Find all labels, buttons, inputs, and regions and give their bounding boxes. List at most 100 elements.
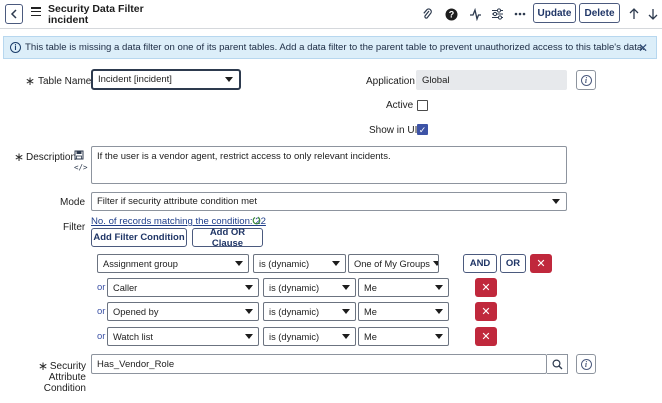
security-attribute-label-line1: Security	[49, 361, 86, 372]
activity-icon[interactable]	[468, 7, 482, 21]
active-checkbox[interactable]	[417, 100, 428, 111]
chevron-down-icon	[435, 309, 443, 314]
close-icon: ✕	[481, 306, 491, 318]
delete-button[interactable]: Delete	[579, 3, 620, 23]
form-header: Security Data Filter incident ? Update D…	[0, 0, 662, 29]
mode-select[interactable]: Filter if security attribute condition m…	[91, 192, 567, 211]
condition-value-select[interactable]: One of My Groups	[348, 254, 439, 273]
chevron-down-icon	[435, 285, 443, 290]
arrow-down-icon[interactable]	[646, 7, 660, 21]
security-attribute-info-button[interactable]: i	[576, 354, 596, 374]
condition-value-value: Me	[364, 306, 377, 317]
condition-field-value: Assignment group	[103, 258, 178, 269]
filter-label: Filter	[63, 222, 86, 233]
condition-field-value: Opened by	[113, 306, 159, 317]
chevron-down-icon	[245, 334, 253, 339]
delete-condition-button[interactable]: ✕	[475, 278, 497, 297]
condition-value-select[interactable]: Me	[358, 327, 449, 346]
close-icon: ✕	[481, 331, 491, 343]
or-prefix: or	[97, 282, 106, 293]
or-prefix: or	[97, 331, 106, 342]
condition-operator-select[interactable]: is (dynamic)	[263, 278, 356, 297]
add-or-clause-button[interactable]: Add OR Clause	[192, 227, 263, 249]
spell-check-icon[interactable]	[74, 150, 84, 163]
condition-field-value: Watch list	[113, 331, 153, 342]
condition-operator-value: is (dynamic)	[269, 282, 320, 293]
condition-field-select[interactable]: Opened by	[107, 302, 259, 321]
delete-condition-button[interactable]: ✕	[530, 254, 552, 273]
delete-condition-button[interactable]: ✕	[475, 327, 497, 346]
condition-operator-select[interactable]: is (dynamic)	[263, 327, 356, 346]
close-icon: ✕	[481, 282, 491, 294]
required-marker: ∗	[25, 74, 36, 88]
back-button[interactable]	[5, 4, 23, 24]
security-attribute-lookup-button[interactable]	[547, 354, 568, 374]
show-in-ui-label: Show in UI	[369, 125, 418, 136]
page-subtitle: incident	[48, 14, 89, 26]
condition-operator-select[interactable]: is (dynamic)	[253, 254, 346, 273]
or-prefix: or	[97, 306, 106, 317]
table-name-value: Incident [incident]	[98, 74, 172, 85]
paperclip-icon[interactable]	[420, 7, 434, 21]
description-label: Description	[26, 152, 77, 163]
chevron-down-icon	[332, 261, 340, 266]
table-name-label: Table Name	[38, 76, 92, 87]
settings-sliders-icon[interactable]	[490, 7, 504, 21]
condition-value-value: Me	[364, 331, 377, 342]
chevron-down-icon	[435, 334, 443, 339]
chevron-down-icon	[432, 261, 438, 266]
or-button[interactable]: OR	[500, 254, 526, 273]
condition-operator-select[interactable]: is (dynamic)	[263, 302, 356, 321]
chevron-down-icon	[245, 309, 253, 314]
info-banner: i This table is missing a data filter on…	[3, 36, 657, 59]
description-value: If the user is a vendor agent, restrict …	[97, 151, 391, 162]
condition-field-value: Caller	[113, 282, 138, 293]
chevron-down-icon	[342, 285, 350, 290]
mode-value: Filter if security attribute condition m…	[97, 196, 257, 207]
required-marker: ∗	[14, 150, 25, 164]
show-in-ui-checkbox[interactable]: ✓	[417, 124, 428, 135]
records-count-link[interactable]: No. of records matching the condition: 2…	[91, 216, 266, 227]
help-icon[interactable]: ?	[444, 7, 458, 21]
application-value: Global	[422, 74, 450, 86]
close-icon[interactable]: ✕	[638, 41, 648, 55]
table-name-select[interactable]: Incident [incident]	[91, 69, 241, 90]
condition-field-select[interactable]: Watch list	[107, 327, 259, 346]
and-button[interactable]: AND	[463, 254, 497, 273]
condition-field-select[interactable]: Assignment group	[97, 254, 249, 273]
search-icon	[551, 358, 562, 369]
application-info-button[interactable]: i	[576, 70, 596, 90]
more-icon[interactable]	[513, 7, 527, 21]
application-label: Application	[366, 76, 415, 87]
chevron-down-icon	[225, 77, 233, 82]
arrow-up-icon[interactable]	[627, 7, 641, 21]
mode-label: Mode	[60, 197, 86, 208]
condition-value-value: One of My Groups	[354, 258, 430, 269]
menu-icon[interactable]	[31, 7, 41, 17]
banner-message: This table is missing a data filter on o…	[25, 42, 645, 53]
condition-operator-value: is (dynamic)	[269, 306, 320, 317]
condition-field-select[interactable]: Caller	[107, 278, 259, 297]
condition-operator-value: is (dynamic)	[269, 331, 320, 342]
description-textarea[interactable]: If the user is a vendor agent, restrict …	[91, 146, 567, 184]
code-icon[interactable]: </>	[74, 163, 88, 172]
svg-text:?: ?	[448, 9, 454, 19]
delete-condition-button[interactable]: ✕	[475, 302, 497, 321]
chevron-down-icon	[342, 334, 350, 339]
security-attribute-value: Has_Vendor_Role	[97, 358, 175, 370]
close-icon: ✕	[536, 258, 546, 270]
update-button[interactable]: Update	[533, 3, 576, 23]
info-icon: i	[580, 358, 592, 370]
chevron-down-icon	[245, 285, 253, 290]
security-attribute-input[interactable]: Has_Vendor_Role	[91, 354, 547, 374]
condition-value-select[interactable]: Me	[358, 278, 449, 297]
condition-value-value: Me	[364, 282, 377, 293]
security-attribute-label-line2: Attribute	[48, 372, 86, 383]
required-marker: ∗	[38, 359, 49, 373]
back-icon	[10, 9, 17, 19]
add-filter-condition-button[interactable]: Add Filter Condition	[91, 228, 187, 247]
chevron-down-icon	[235, 261, 243, 266]
application-field: Global	[416, 70, 567, 90]
condition-value-select[interactable]: Me	[358, 302, 449, 321]
security-attribute-label-line3: Condition	[43, 383, 86, 394]
